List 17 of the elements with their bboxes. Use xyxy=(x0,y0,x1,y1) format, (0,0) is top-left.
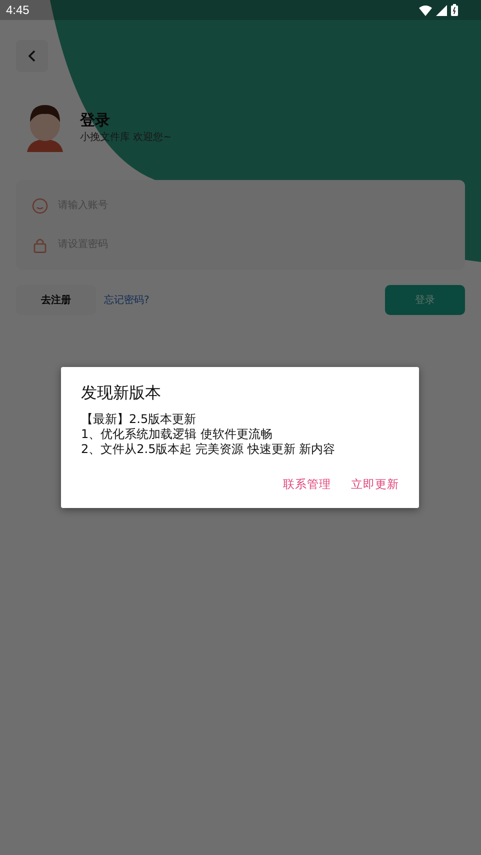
forgot-password-link[interactable]: 忘记密码? xyxy=(104,293,150,307)
back-button[interactable] xyxy=(16,40,48,72)
wifi-icon xyxy=(419,4,432,16)
lock-icon xyxy=(32,236,48,252)
signal-icon xyxy=(436,4,447,16)
status-time: 4:45 xyxy=(6,3,30,17)
avatar-icon xyxy=(24,102,66,152)
dialog-text: 2、文件从2.5版本起 完美资源 快速更新 新内容 xyxy=(81,442,336,457)
battery-icon xyxy=(451,4,458,16)
back-icon xyxy=(28,50,36,62)
dialog-title: 发现新版本 xyxy=(81,383,162,404)
smiley-icon xyxy=(32,198,48,214)
login-button[interactable]: 登录 xyxy=(385,285,465,315)
dialog-button[interactable]: 立即更新 xyxy=(351,475,399,494)
dialog-button[interactable]: 联系管理 xyxy=(283,475,331,494)
dialog-text: 1、优化系统加载逻辑 使软件更流畅 xyxy=(81,427,274,442)
dialog-text: 【最新】2.5版本更新 xyxy=(81,412,198,427)
